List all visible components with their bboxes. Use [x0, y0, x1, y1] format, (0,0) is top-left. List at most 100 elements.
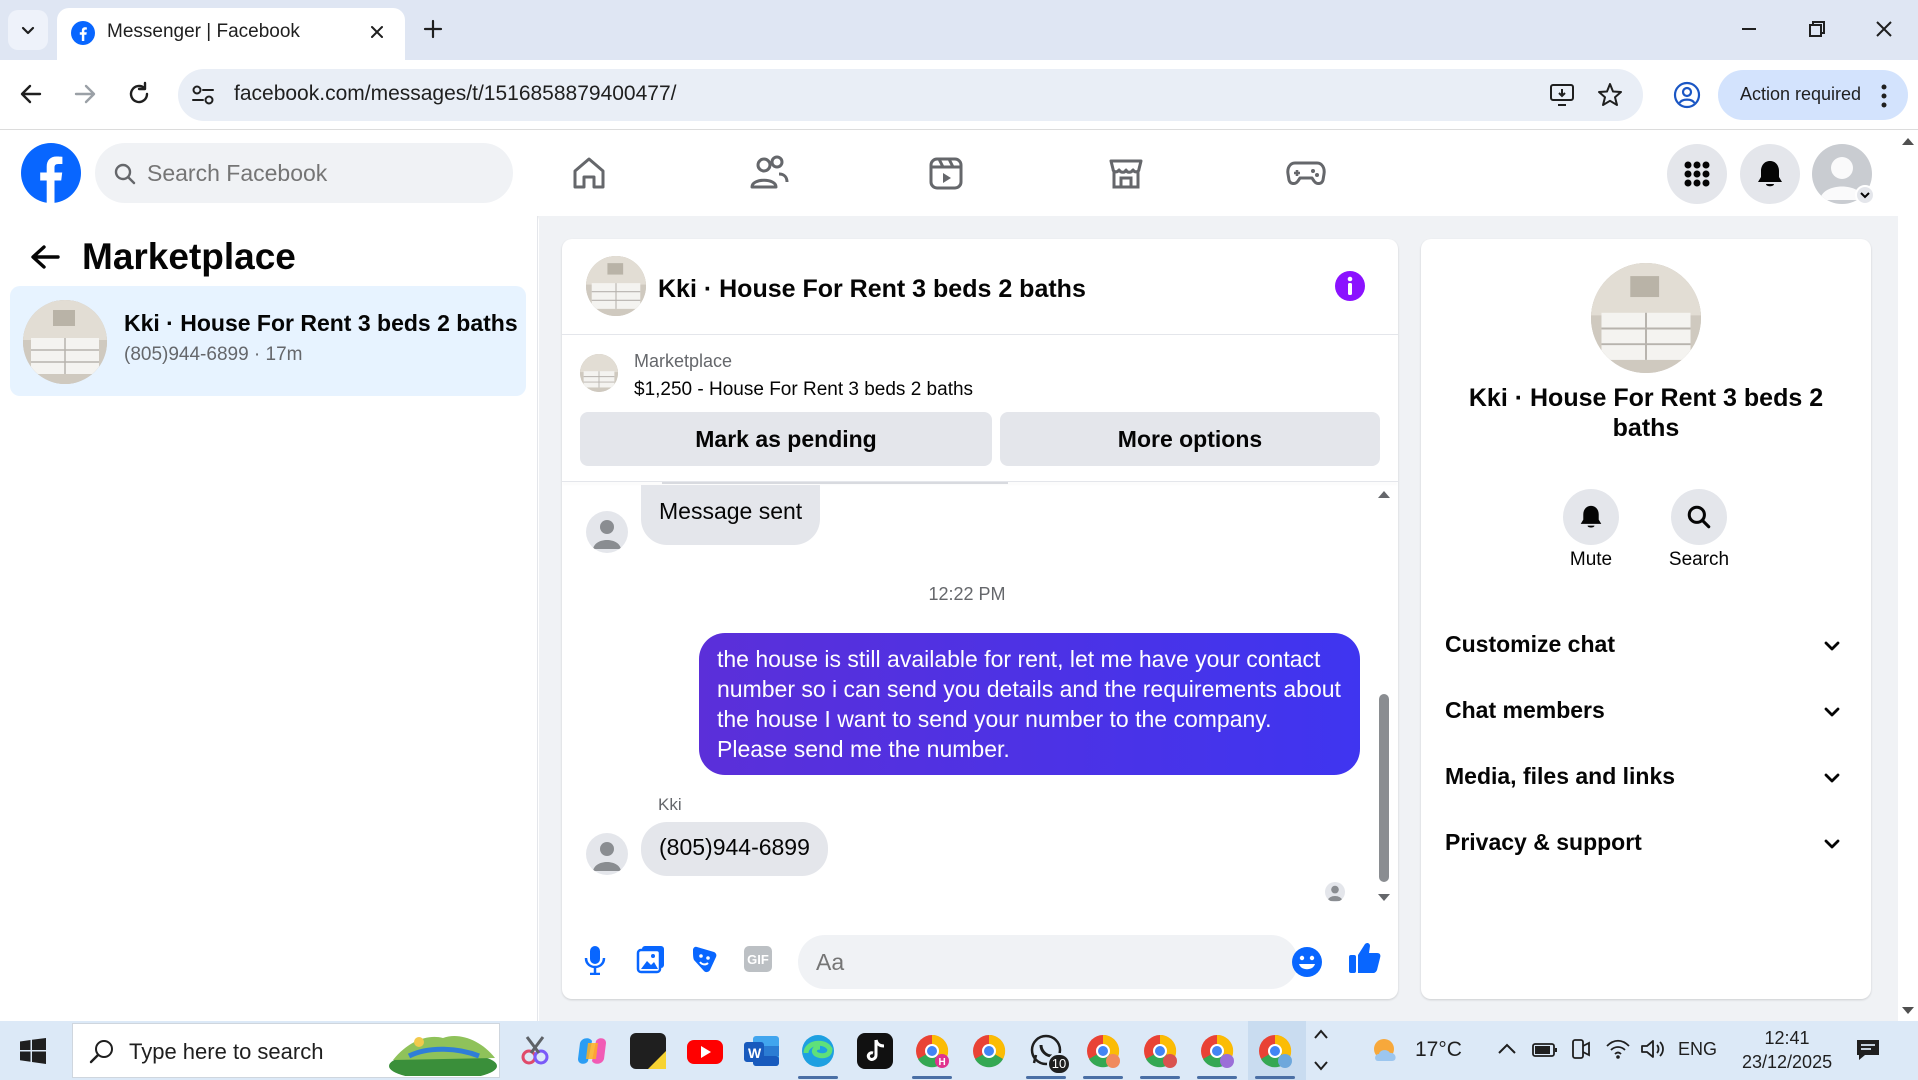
snipping-tool-icon[interactable] — [517, 1033, 553, 1069]
search-icon — [89, 1038, 115, 1064]
new-tab-icon[interactable] — [420, 16, 446, 42]
section-label: Privacy & support — [1445, 829, 1642, 855]
conversation-list-panel: Marketplace Kki · House For Rent 3 beds … — [0, 216, 538, 1021]
listing-thumbnail — [23, 300, 107, 384]
reload-icon[interactable] — [125, 80, 153, 108]
facebook-search-box[interactable] — [95, 143, 513, 203]
action-required-button[interactable]: Action required — [1718, 70, 1908, 120]
conversation-avatar[interactable] — [1591, 263, 1701, 373]
scroll-down-arrow-icon[interactable] — [1377, 893, 1391, 903]
copilot-icon[interactable] — [574, 1033, 610, 1069]
windows-start-icon[interactable] — [20, 1038, 46, 1064]
notification-center-icon[interactable] — [1855, 1038, 1881, 1062]
more-vertical-icon[interactable] — [1880, 83, 1888, 109]
sticker-icon[interactable] — [689, 944, 719, 974]
chat-avatar[interactable] — [586, 256, 646, 316]
more-options-button[interactable]: More options — [1000, 412, 1380, 466]
chrome-icon[interactable] — [971, 1033, 1007, 1069]
input-language[interactable]: ENG — [1678, 1039, 1717, 1060]
marketplace-icon[interactable] — [1105, 152, 1147, 194]
chrome-profile-icon[interactable] — [1085, 1033, 1121, 1069]
video-icon[interactable] — [925, 152, 967, 194]
emoji-icon[interactable] — [1290, 945, 1324, 979]
profile-icon[interactable] — [1672, 80, 1702, 110]
facebook-header — [0, 130, 1898, 216]
menu-grid-button[interactable] — [1667, 144, 1727, 204]
taskbar-scroll-up-icon[interactable] — [1313, 1027, 1329, 1041]
photo-icon[interactable] — [636, 944, 666, 974]
microphone-icon[interactable] — [584, 945, 606, 975]
home-icon[interactable] — [568, 152, 610, 194]
conversation-preview: (805)944-6899 · 17m — [124, 344, 303, 365]
scroll-up-arrow-icon[interactable] — [1901, 136, 1915, 146]
address-bar[interactable]: facebook.com/messages/t/1516858879400477… — [178, 69, 1643, 121]
message-input[interactable] — [816, 935, 1256, 989]
tab-search-button[interactable] — [8, 10, 48, 50]
chrome-profile-icon[interactable] — [1142, 1033, 1178, 1069]
message-input-box[interactable] — [798, 935, 1322, 989]
page-scrollbar[interactable] — [1898, 130, 1918, 1021]
mark-as-pending-button[interactable]: Mark as pending — [580, 412, 992, 466]
chevron-down-icon — [1860, 192, 1870, 199]
close-tab-icon[interactable] — [367, 22, 387, 42]
browser-tab-active[interactable]: Messenger | Facebook — [57, 8, 405, 60]
chevron-down-icon — [1821, 635, 1843, 657]
gif-icon[interactable]: GIF — [744, 946, 772, 972]
search-label: Search — [1668, 549, 1730, 570]
back-arrow-icon[interactable] — [17, 80, 45, 108]
facebook-search-input[interactable] — [147, 143, 497, 203]
info-icon[interactable] — [1334, 270, 1366, 302]
scroll-down-arrow-icon[interactable] — [1901, 1006, 1915, 1016]
back-arrow-icon[interactable] — [28, 242, 62, 272]
chrome-profile-icon[interactable] — [1199, 1033, 1235, 1069]
tiktok-icon[interactable] — [857, 1033, 893, 1069]
mute-button[interactable] — [1563, 489, 1619, 545]
meet-now-icon[interactable] — [1570, 1038, 1592, 1060]
taskbar-scroll-down-icon[interactable] — [1313, 1059, 1329, 1073]
forward-arrow-icon[interactable] — [71, 80, 99, 108]
search-in-conversation-button[interactable] — [1671, 489, 1727, 545]
site-settings-icon[interactable] — [190, 83, 216, 107]
message-bubble-outgoing[interactable]: the house is still available for rent, l… — [699, 633, 1360, 775]
privacy-support-section[interactable]: Privacy & support — [1421, 811, 1871, 877]
avatar — [586, 833, 628, 875]
chrome-profile-h-icon[interactable]: H — [914, 1033, 950, 1069]
weather-icon[interactable] — [1368, 1033, 1404, 1069]
thumbs-up-icon[interactable] — [1348, 941, 1382, 975]
word-icon[interactable]: W — [743, 1033, 779, 1069]
scroll-shadow — [662, 482, 1008, 484]
bookmark-star-icon[interactable] — [1596, 81, 1624, 109]
listing-title[interactable]: $1,250 - House For Rent 3 beds 2 baths — [634, 379, 973, 401]
system-clock[interactable]: 12:41 23/12/2025 — [1742, 1026, 1832, 1074]
section-label: Media, files and links — [1445, 763, 1676, 789]
volume-icon[interactable] — [1640, 1038, 1666, 1060]
gaming-icon[interactable] — [1284, 152, 1328, 194]
notifications-button[interactable] — [1740, 144, 1800, 204]
account-menu-chevron[interactable] — [1855, 185, 1875, 205]
message-composer: GIF — [562, 919, 1398, 999]
chrome-profile-icon[interactable] — [1257, 1033, 1293, 1069]
sticky-notes-icon[interactable] — [630, 1033, 666, 1069]
friends-icon[interactable] — [747, 152, 791, 194]
close-window-icon[interactable] — [1871, 16, 1897, 42]
youtube-icon[interactable] — [686, 1033, 723, 1069]
chat-members-section[interactable]: Chat members — [1421, 679, 1871, 745]
chat-scrollbar-thumb[interactable] — [1379, 694, 1389, 882]
facebook-logo-icon[interactable] — [21, 143, 81, 203]
wifi-icon[interactable] — [1605, 1038, 1631, 1060]
edge-icon[interactable] — [800, 1033, 836, 1069]
customize-chat-section[interactable]: Customize chat — [1421, 613, 1871, 679]
minimize-icon[interactable] — [1736, 16, 1762, 42]
taskbar-search-box[interactable]: Type here to search — [72, 1023, 500, 1078]
conversation-item[interactable]: Kki · House For Rent 3 beds 2 baths (805… — [10, 286, 526, 396]
battery-icon[interactable] — [1532, 1041, 1558, 1059]
restore-window-icon[interactable] — [1804, 16, 1830, 42]
weather-temperature[interactable]: 17°C — [1415, 1038, 1462, 1062]
install-app-icon[interactable] — [1548, 82, 1576, 108]
media-files-links-section[interactable]: Media, files and links — [1421, 745, 1871, 811]
message-bubble-incoming[interactable]: (805)944-6899 — [641, 822, 828, 876]
scroll-up-arrow-icon[interactable] — [1377, 489, 1391, 499]
message-bubble-incoming[interactable]: Message sent — [641, 485, 821, 545]
chat-title[interactable]: Kki · House For Rent 3 beds 2 baths — [658, 275, 1086, 304]
show-hidden-icons-icon[interactable] — [1497, 1041, 1517, 1057]
